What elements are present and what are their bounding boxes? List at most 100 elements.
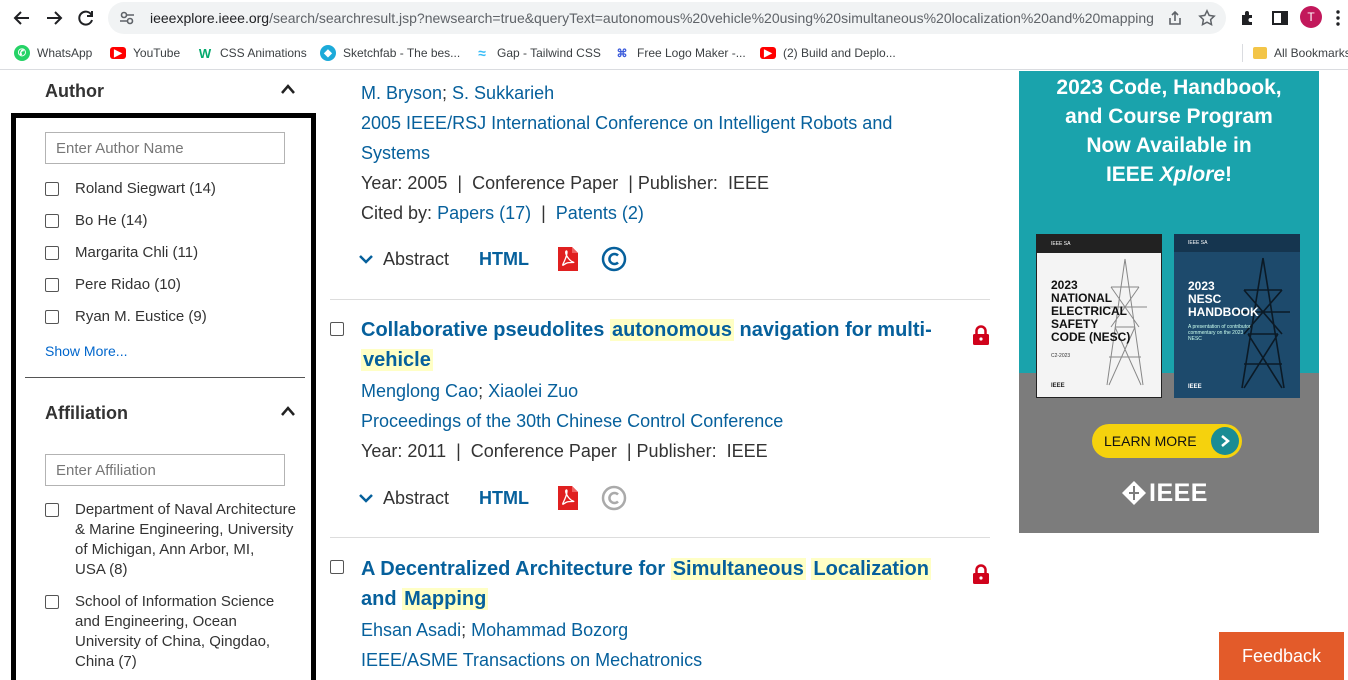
result-venue[interactable]: IEEE/ASME Transactions on Mechatronics [361,645,702,675]
result-venue[interactable]: Systems [361,138,430,168]
arrow-right-icon [47,11,63,25]
youtube-icon: ▶ [760,47,776,59]
pdf-icon[interactable] [557,485,579,511]
bookmark-sketchfab[interactable]: ◆ Sketchfab - The bes... [320,44,460,62]
author-filter-item[interactable]: Bo He (14) [45,211,148,231]
learn-more-button[interactable]: LEARN MORE [1092,424,1242,458]
youtube-icon: ▶ [110,47,126,59]
chevron-up-icon[interactable] [280,405,296,417]
url-domain: ieeexplore.ieee.org [150,10,270,26]
book-brand: IEEE SA [1174,234,1300,252]
chevron-up-icon[interactable] [280,83,296,95]
url-text[interactable]: ieeexplore.ieee.org/search/searchresult.… [150,10,1154,26]
site-info-icon[interactable] [118,9,136,27]
profile-avatar[interactable]: T [1300,6,1322,28]
result-checkbox[interactable] [330,322,344,336]
all-bookmarks[interactable]: All Bookmarks [1253,44,1348,62]
url-path: /search/searchresult.jsp?newsearch=true&… [269,10,1154,26]
checkbox[interactable] [45,182,59,196]
author-link[interactable]: Xiaolei Zuo [488,381,578,401]
title-text: A Decentralized Architecture for [361,558,671,580]
author-filter-item[interactable]: Pere Ridao (10) [45,275,181,295]
bookmarks-separator [1242,44,1243,62]
bookmark-label: Sketchfab - The bes... [343,46,461,60]
author-filter-item[interactable]: Margarita Chli (11) [45,243,198,263]
copyright-icon[interactable] [601,246,627,272]
checkbox[interactable] [45,310,59,324]
author-link[interactable]: S. Sukkarieh [452,83,554,103]
bookmark-tailwind[interactable]: ≈ Gap - Tailwind CSS [474,44,601,62]
affiliation-input[interactable] [45,454,285,486]
nesc-code-book-image: IEEE SA 2023 NATIONAL ELECTRICAL SAFETY … [1036,234,1162,398]
affiliation-filter-item[interactable]: Department of Naval Architecture & Marin… [45,500,296,580]
author-filter-label: Roland Siegwart (14) [75,180,216,197]
affiliation-line: & Marine Engineering, University [75,521,294,538]
tailwind-icon: ≈ [478,45,486,61]
author-filter-item[interactable]: Roland Siegwart (14) [45,179,216,199]
folder-icon [1253,47,1267,59]
result-checkbox[interactable] [330,560,344,574]
author-link[interactable]: Ehsan Asadi [361,620,461,640]
extensions-puzzle-icon[interactable] [1236,6,1260,30]
reload-button[interactable] [74,6,98,30]
html-link[interactable]: HTML [479,249,529,270]
author-link[interactable]: Menglong Cao [361,381,478,401]
reload-icon [78,10,93,26]
bookmark-build-deploy[interactable]: ▶ (2) Build and Deplo... [760,44,896,62]
advertisement-banner[interactable]: 2023 Code, Handbook, and Course Program … [1019,71,1319,533]
abstract-toggle[interactable]: Abstract [359,488,449,509]
content-type: Conference Paper [472,173,619,193]
author-link[interactable]: M. Bryson [361,83,442,103]
checkbox[interactable] [45,246,59,260]
pdf-icon[interactable] [557,246,579,272]
bookmark-star-icon[interactable] [1198,9,1216,27]
author-filter-item[interactable]: Ryan M. Eustice (9) [45,307,207,327]
author-link[interactable]: Mohammad Bozorg [471,620,628,640]
affiliation-filter-label: Department of Naval Architecture & Marin… [75,500,296,580]
feedback-button[interactable]: Feedback [1219,632,1344,680]
patents-citations-link[interactable]: Patents (2) [556,203,644,223]
result-venue[interactable]: Proceedings of the 30th Chinese Control … [361,406,783,436]
checkbox[interactable] [45,214,59,228]
back-button[interactable] [10,6,34,30]
result-title[interactable]: A Decentralized Architecture for Simulta… [361,554,961,614]
address-bar[interactable]: ieeexplore.ieee.org/search/searchresult.… [108,2,1226,34]
lock-icon [973,564,989,584]
share-icon[interactable] [1166,9,1184,27]
more-menu-icon[interactable] [1330,6,1346,30]
ad-headline-line: 2023 Code, Handbook, [1056,76,1282,99]
bookmark-label: Free Logo Maker -... [637,46,746,60]
author-filter-label: Pere Ridao (10) [75,276,181,293]
book-logo: IEEE [1188,384,1202,390]
book-title: 2023 NATIONAL ELECTRICAL SAFETY CODE (NE… [1051,279,1130,344]
title-highlight: autonomous [609,319,734,341]
checkbox[interactable] [45,595,59,609]
author-filter-label: Ryan M. Eustice (9) [75,308,207,325]
html-link[interactable]: HTML [479,488,529,509]
bookmark-logo-maker[interactable]: ⌘ Free Logo Maker -... [614,44,746,62]
bookmark-whatsapp[interactable]: ✆ WhatsApp [14,44,92,62]
checkbox[interactable] [45,503,59,517]
result-actions: Abstract HTML [359,483,627,513]
result-meta: Year: 2011 | Conference Paper | Publishe… [361,441,768,461]
result-title[interactable]: Collaborative pseudolites autonomous nav… [361,315,961,375]
author-name-input[interactable] [45,132,285,164]
ad-headline-part: ! [1225,163,1233,186]
abstract-toggle[interactable]: Abstract [359,249,449,270]
bookmark-youtube[interactable]: ▶ YouTube [110,44,180,62]
affiliation-filter-item[interactable]: School of Information Science and Engine… [45,592,274,672]
checkbox[interactable] [45,278,59,292]
copyright-icon[interactable] [601,485,627,511]
title-highlight: vehicle [361,349,433,371]
author-filter-label: Margarita Chli (11) [75,244,199,261]
ad-headline-line: and Course Program [1065,105,1273,128]
bookmark-css-animations[interactable]: W CSS Animations [197,44,307,62]
title-highlight: Simultaneous [670,558,806,580]
show-more-link[interactable]: Show More... [45,343,127,359]
result-venue[interactable]: 2005 IEEE/RSJ International Conference o… [361,108,892,138]
forward-button[interactable] [42,6,66,30]
ieee-logo-text: IEEE [1149,478,1208,507]
year: Year: 2011 [361,441,447,461]
side-panel-icon[interactable] [1268,6,1292,30]
papers-citations-link[interactable]: Papers (17) [437,203,531,223]
